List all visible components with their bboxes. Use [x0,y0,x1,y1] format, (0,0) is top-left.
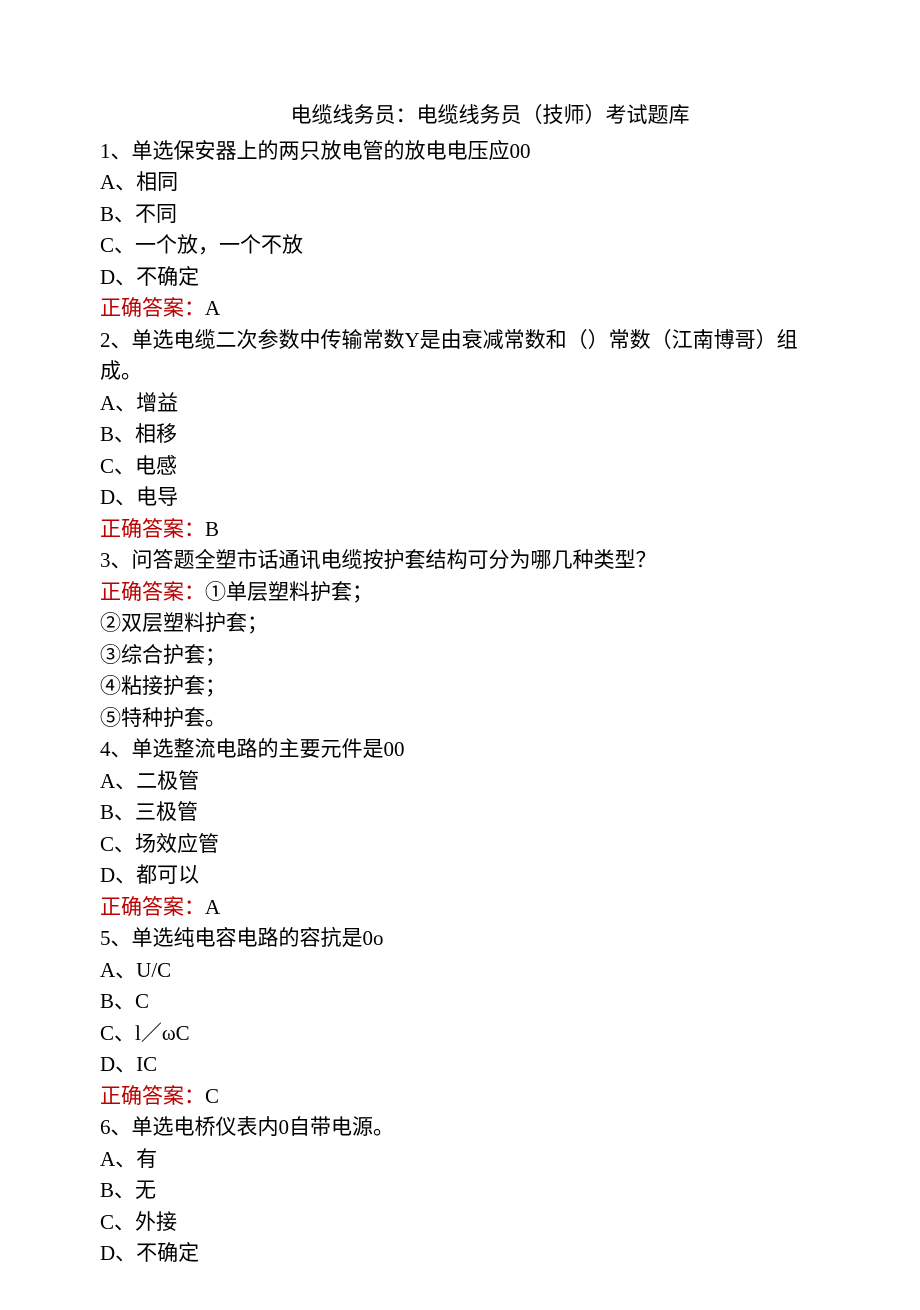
q5-answer-label: 正确答案： [100,1084,205,1108]
q2-option-d: D、电导 [100,482,820,514]
q3-answer-first: ①单层塑料护套； [205,580,373,604]
q1-option-b: B、不同 [100,199,820,231]
q2-answer-label: 正确答案： [100,517,205,541]
q1-stem: 1、单选保安器上的两只放电管的放电电压应00 [100,136,820,168]
q1-answer-label: 正确答案： [100,296,205,320]
q2-answer: 正确答案：B [100,514,820,546]
q3-stem: 3、问答题全塑市话通讯电缆按护套结构可分为哪几种类型？ [100,545,820,577]
q1-answer: 正确答案：A [100,293,820,325]
q5-option-a: A、U/C [100,955,820,987]
q5-option-d: D、IC [100,1049,820,1081]
q1-option-c: C、一个放，一个不放 [100,230,820,262]
q1-answer-value: A [205,296,220,320]
q3-answer-line3: ③综合护套； [100,640,820,672]
q2-option-a: A、增益 [100,388,820,420]
q4-option-d: D、都可以 [100,860,820,892]
q2-answer-value: B [205,517,219,541]
q1-option-a: A、相同 [100,167,820,199]
q5-option-c: C、l／ωC [100,1018,820,1050]
q6-option-b: B、无 [100,1175,820,1207]
q4-answer-value: A [205,895,220,919]
q4-answer-label: 正确答案： [100,895,205,919]
q3-answer-line4: ④粘接护套； [100,671,820,703]
q3-answer-label: 正确答案： [100,580,205,604]
q6-option-d: D、不确定 [100,1238,820,1270]
q5-answer-value: C [205,1084,219,1108]
q2-stem-line1: 2、单选电缆二次参数中传输常数Y是由衰减常数和（）常数（江南博哥）组 [100,325,820,357]
q4-stem: 4、单选整流电路的主要元件是00 [100,734,820,766]
q6-option-a: A、有 [100,1144,820,1176]
q6-option-c: C、外接 [100,1207,820,1239]
q4-option-c: C、场效应管 [100,829,820,861]
q3-answer-line5: ⑤特种护套。 [100,703,820,735]
q5-stem: 5、单选纯电容电路的容抗是0o [100,923,820,955]
q2-option-c: C、电感 [100,451,820,483]
q4-answer: 正确答案：A [100,892,820,924]
q3-answer-line1: 正确答案：①单层塑料护套； [100,577,820,609]
q6-stem: 6、单选电桥仪表内0自带电源。 [100,1112,820,1144]
q2-option-b: B、相移 [100,419,820,451]
q4-option-b: B、三极管 [100,797,820,829]
q4-option-a: A、二极管 [100,766,820,798]
q5-option-b: B、C [100,986,820,1018]
page-title: 电缆线务员：电缆线务员（技师）考试题库 [100,100,820,132]
q5-answer: 正确答案：C [100,1081,820,1113]
q1-option-d: D、不确定 [100,262,820,294]
q2-stem-line2: 成。 [100,356,820,388]
q3-answer-line2: ②双层塑料护套； [100,608,820,640]
